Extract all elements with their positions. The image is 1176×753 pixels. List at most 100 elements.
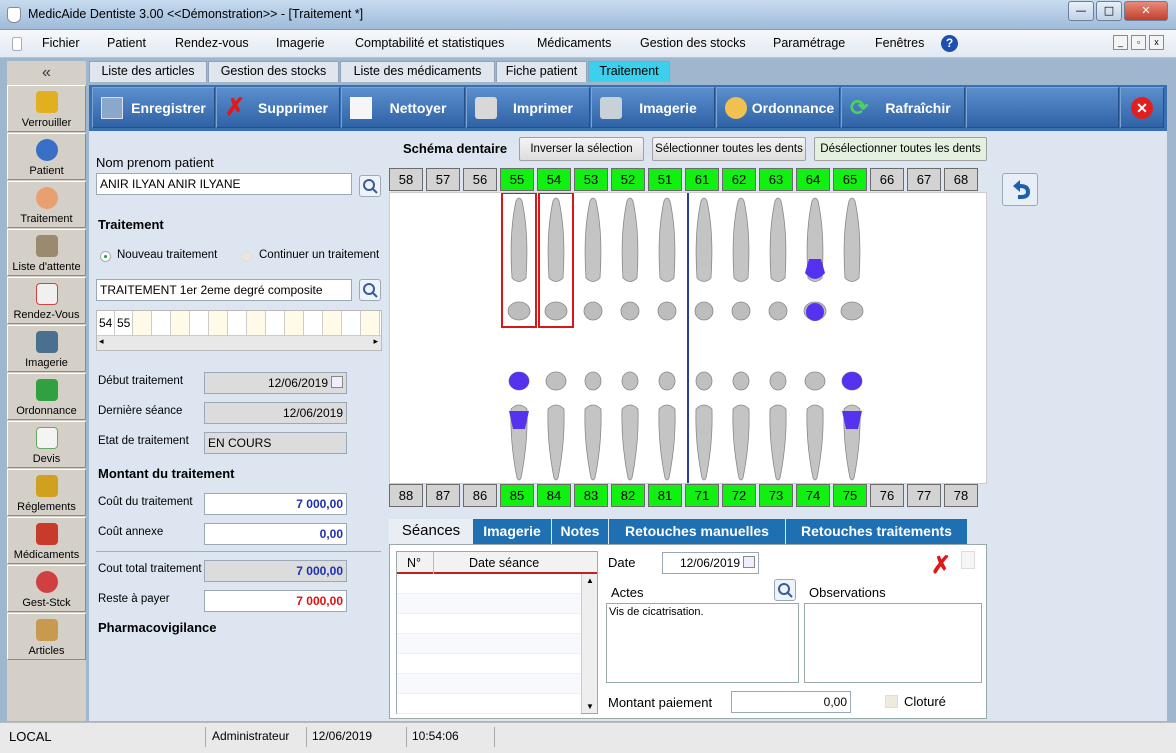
- print-button[interactable]: Imprimer: [466, 87, 590, 128]
- sidebar-collapse-button[interactable]: «: [7, 61, 86, 85]
- teeth-grid-scrollbar[interactable]: ◂ ▸: [97, 335, 381, 350]
- actes-search-button[interactable]: [774, 579, 796, 601]
- tab-retouches-manuelles[interactable]: Retouches manuelles: [609, 519, 785, 544]
- upper-tooth-51[interactable]: 51: [648, 168, 682, 191]
- save-button[interactable]: Enregistrer: [92, 87, 215, 128]
- patient-name-field[interactable]: ANIR ILYAN ANIR ILYANE: [96, 173, 352, 195]
- lower-tooth-72[interactable]: 72: [722, 484, 756, 507]
- upper-tooth-66[interactable]: 66: [870, 168, 904, 191]
- teeth-grid-cell[interactable]: [209, 311, 228, 335]
- lower-tooth-87[interactable]: 87: [426, 484, 460, 507]
- sidebar-item-rendez-vous[interactable]: Rendez-Vous: [7, 277, 86, 324]
- teeth-grid-cell[interactable]: [342, 311, 361, 335]
- start-date-field[interactable]: 12/06/2019: [204, 372, 347, 394]
- radio-new-treatment[interactable]: [100, 251, 111, 262]
- lower-tooth-88[interactable]: 88: [389, 484, 423, 507]
- menu-medicaments[interactable]: Médicaments: [537, 36, 611, 50]
- lower-tooth-86[interactable]: 86: [463, 484, 497, 507]
- table-row[interactable]: [397, 694, 581, 714]
- menu-gestion-stocks[interactable]: Gestion des stocks: [640, 36, 746, 50]
- mdi-restore-button[interactable]: ▫: [1131, 35, 1146, 50]
- teeth-grid-cell[interactable]: [285, 311, 304, 335]
- upper-tooth-62[interactable]: 62: [722, 168, 756, 191]
- menu-fenetres[interactable]: Fenêtres: [875, 36, 924, 50]
- lower-tooth-81[interactable]: 81: [648, 484, 682, 507]
- sidebar-item-imagerie[interactable]: Imagerie: [7, 325, 86, 372]
- treatment-cost-field[interactable]: 7 000,00: [204, 493, 347, 515]
- upper-tooth-64[interactable]: 64: [796, 168, 830, 191]
- teeth-grid-cell[interactable]: 55: [115, 311, 133, 335]
- calendar-icon[interactable]: [743, 556, 755, 568]
- dental-chart[interactable]: [389, 192, 987, 484]
- undo-button[interactable]: [1002, 173, 1038, 206]
- sidebar-item-medicaments[interactable]: Médicaments: [7, 517, 86, 564]
- minimize-button[interactable]: —: [1068, 1, 1094, 21]
- select-all-teeth-button[interactable]: Sélectionner toutes les dents: [652, 137, 806, 161]
- refresh-button[interactable]: ⟳ Rafraîchir: [841, 87, 965, 128]
- upper-tooth-63[interactable]: 63: [759, 168, 793, 191]
- lower-tooth-76[interactable]: 76: [870, 484, 904, 507]
- teeth-grid-cell[interactable]: [133, 311, 152, 335]
- tab-fiche-patient[interactable]: Fiche patient: [496, 61, 587, 82]
- teeth-grid-cell[interactable]: [361, 311, 380, 335]
- observations-textarea[interactable]: [804, 603, 982, 683]
- col-date-header[interactable]: Date séance: [469, 556, 539, 570]
- upper-tooth-67[interactable]: 67: [907, 168, 941, 191]
- menu-fichier[interactable]: Fichier: [42, 36, 80, 50]
- teeth-grid-cell[interactable]: [266, 311, 285, 335]
- tab-gestion-stocks[interactable]: Gestion des stocks: [208, 61, 339, 82]
- teeth-grid-cell[interactable]: [171, 311, 190, 335]
- table-row[interactable]: [397, 574, 581, 594]
- treatment-search-button[interactable]: [359, 279, 381, 301]
- annex-cost-field[interactable]: 0,00: [204, 523, 347, 545]
- actes-textarea[interactable]: Vis de cicatrisation.: [606, 603, 799, 683]
- lower-tooth-82[interactable]: 82: [611, 484, 645, 507]
- payment-amount-field[interactable]: 0,00: [731, 691, 851, 713]
- sidebar-item-traitement[interactable]: Traitement: [7, 181, 86, 228]
- tab-traitement[interactable]: Traitement: [588, 61, 670, 82]
- menu-patient[interactable]: Patient: [107, 36, 146, 50]
- upper-tooth-58[interactable]: 58: [389, 168, 423, 191]
- tab-seances[interactable]: Séances: [389, 519, 473, 544]
- sidebar-item-gest-stck[interactable]: Gest-Stck: [7, 565, 86, 612]
- prescription-button[interactable]: Ordonnance: [716, 87, 840, 128]
- col-num-header[interactable]: N°: [407, 556, 421, 570]
- lower-tooth-74[interactable]: 74: [796, 484, 830, 507]
- tab-retouches-traitements[interactable]: Retouches traitements: [786, 519, 967, 544]
- upper-tooth-52[interactable]: 52: [611, 168, 645, 191]
- clean-button[interactable]: Nettoyer: [341, 87, 465, 128]
- upper-tooth-65[interactable]: 65: [833, 168, 867, 191]
- lower-tooth-75[interactable]: 75: [833, 484, 867, 507]
- teeth-grid-cell[interactable]: [190, 311, 209, 335]
- table-row[interactable]: [397, 634, 581, 654]
- patient-search-button[interactable]: [359, 175, 381, 197]
- session-list[interactable]: N° Date séance ▲ ▼: [396, 551, 598, 714]
- lower-tooth-73[interactable]: 73: [759, 484, 793, 507]
- help-icon[interactable]: ?: [941, 35, 958, 52]
- menu-imagerie[interactable]: Imagerie: [276, 36, 325, 50]
- upper-tooth-68[interactable]: 68: [944, 168, 978, 191]
- sidebar-item-ordonnance[interactable]: Ordonnance: [7, 373, 86, 420]
- upper-tooth-55[interactable]: 55: [500, 168, 534, 191]
- mdi-close-button[interactable]: x: [1149, 35, 1164, 50]
- teeth-grid-cell[interactable]: [304, 311, 323, 335]
- teeth-grid-cell[interactable]: [247, 311, 266, 335]
- tab-notes[interactable]: Notes: [552, 519, 608, 544]
- sidebar-item-devis[interactable]: Devis: [7, 421, 86, 468]
- lower-tooth-85[interactable]: 85: [500, 484, 534, 507]
- lower-tooth-77[interactable]: 77: [907, 484, 941, 507]
- delete-button[interactable]: ✗ Supprimer: [216, 87, 340, 128]
- upper-tooth-56[interactable]: 56: [463, 168, 497, 191]
- tab-liste-medicaments[interactable]: Liste des médicaments: [340, 61, 495, 82]
- sidebar-item-verrouiller[interactable]: Verrouiller: [7, 85, 86, 132]
- calendar-icon[interactable]: [331, 376, 343, 388]
- deselect-all-teeth-button[interactable]: Désélectionner toutes les dents: [814, 137, 987, 161]
- invert-selection-button[interactable]: Inverser la sélection: [519, 137, 644, 161]
- close-form-button[interactable]: ✕: [1120, 87, 1164, 128]
- menu-parametrage[interactable]: Paramétrage: [773, 36, 845, 50]
- maximize-button[interactable]: □: [1096, 1, 1122, 21]
- new-session-page-icon[interactable]: [961, 551, 975, 569]
- upper-tooth-53[interactable]: 53: [574, 168, 608, 191]
- lower-tooth-83[interactable]: 83: [574, 484, 608, 507]
- lower-tooth-78[interactable]: 78: [944, 484, 978, 507]
